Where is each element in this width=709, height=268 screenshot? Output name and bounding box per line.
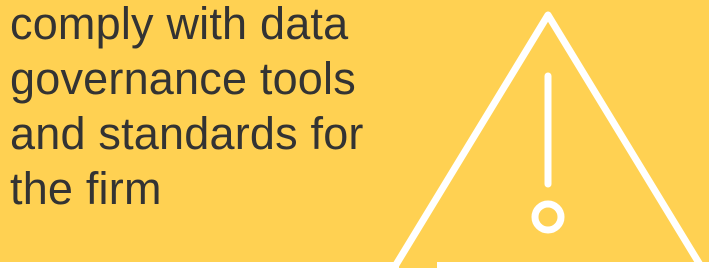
warning-triangle-icon bbox=[391, 11, 705, 268]
text-line-3: and standards for bbox=[10, 108, 364, 159]
text-line-2: governance tools bbox=[10, 53, 356, 104]
exclamation-dot bbox=[531, 200, 565, 234]
slide-panel: comply with data governance tools and st… bbox=[0, 0, 709, 268]
text-line-4: the firm bbox=[10, 163, 162, 214]
body-text: comply with data governance tools and st… bbox=[10, 0, 440, 216]
bottom-bar-left bbox=[0, 262, 399, 268]
bottom-bar-right bbox=[437, 262, 709, 268]
text-line-1: comply with data bbox=[10, 0, 349, 49]
